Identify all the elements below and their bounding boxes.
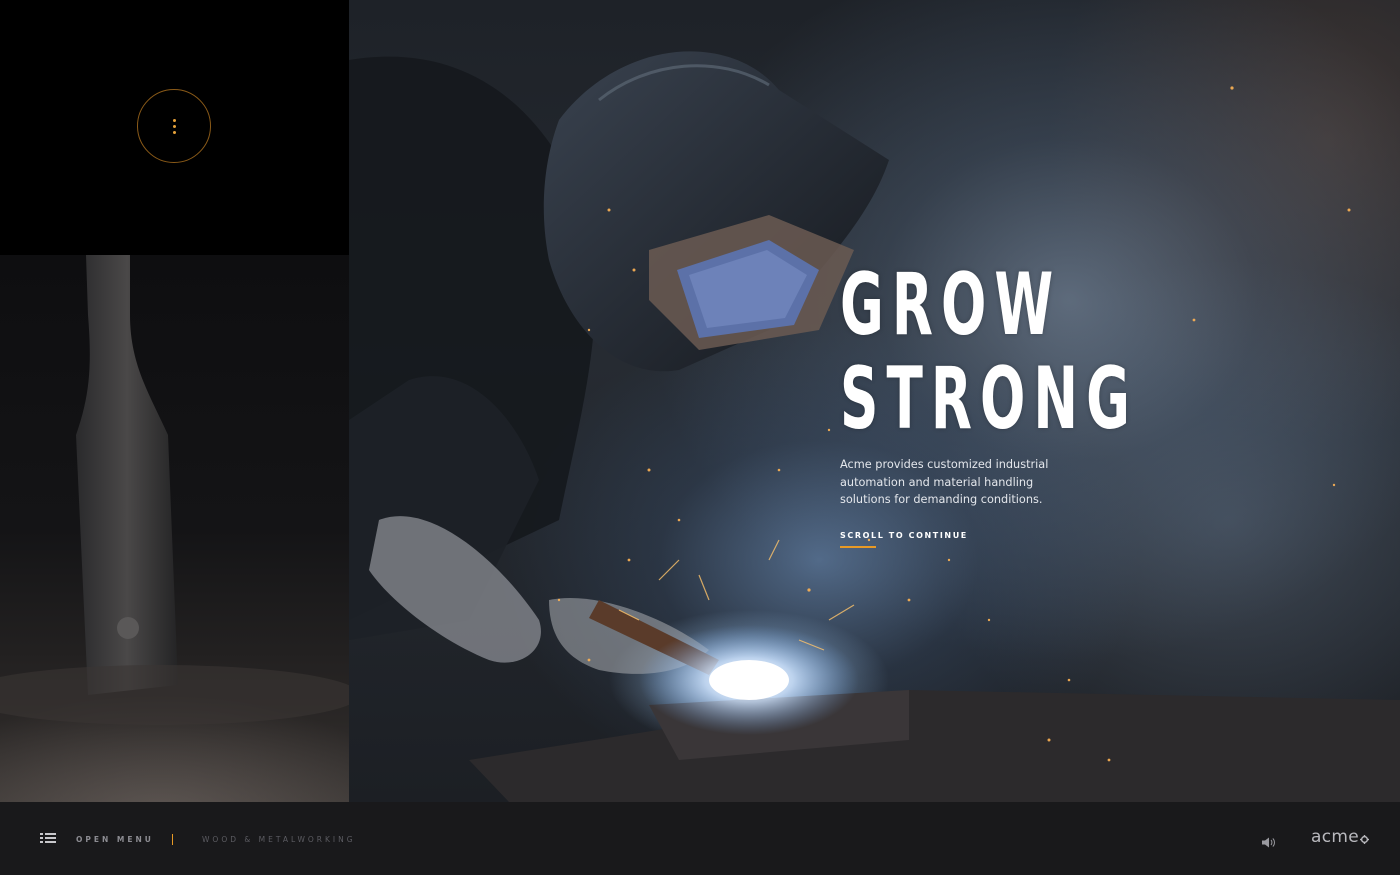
hero-description: Acme provides customized industrial auto… — [840, 458, 1049, 506]
open-menu-button[interactable]: OPEN MENU — [76, 835, 154, 844]
acme-logo[interactable]: acme — [1311, 827, 1369, 849]
side-tool-image — [0, 255, 349, 802]
gear-icon — [1359, 829, 1369, 849]
tool-illustration — [0, 255, 349, 725]
headline-line-1: GROW — [840, 255, 1062, 355]
scroll-to-continue-link[interactable]: SCROLL TO CONTINUE — [840, 531, 968, 540]
footer-bar: OPEN MENU WOOD & METALWORKING acme — [0, 802, 1400, 875]
headline-line-2: STRONG — [840, 349, 1138, 449]
menu-panel — [0, 0, 349, 255]
scroll-link-underline — [840, 546, 876, 548]
menu-dot — [172, 124, 176, 128]
list-icon[interactable] — [40, 833, 56, 843]
logo-text: acme — [1311, 827, 1359, 847]
footer-divider — [172, 834, 173, 845]
section-label: WOOD & METALWORKING — [202, 835, 356, 844]
menu-dot — [172, 130, 176, 134]
menu-dot — [172, 118, 176, 122]
speaker-icon[interactable] — [1262, 833, 1276, 852]
vertical-dots-icon[interactable] — [137, 89, 211, 163]
hero-headline: GROW STRONG — [840, 258, 1138, 446]
landing-page: GROW STRONG Acme provides customized ind… — [0, 0, 1400, 875]
